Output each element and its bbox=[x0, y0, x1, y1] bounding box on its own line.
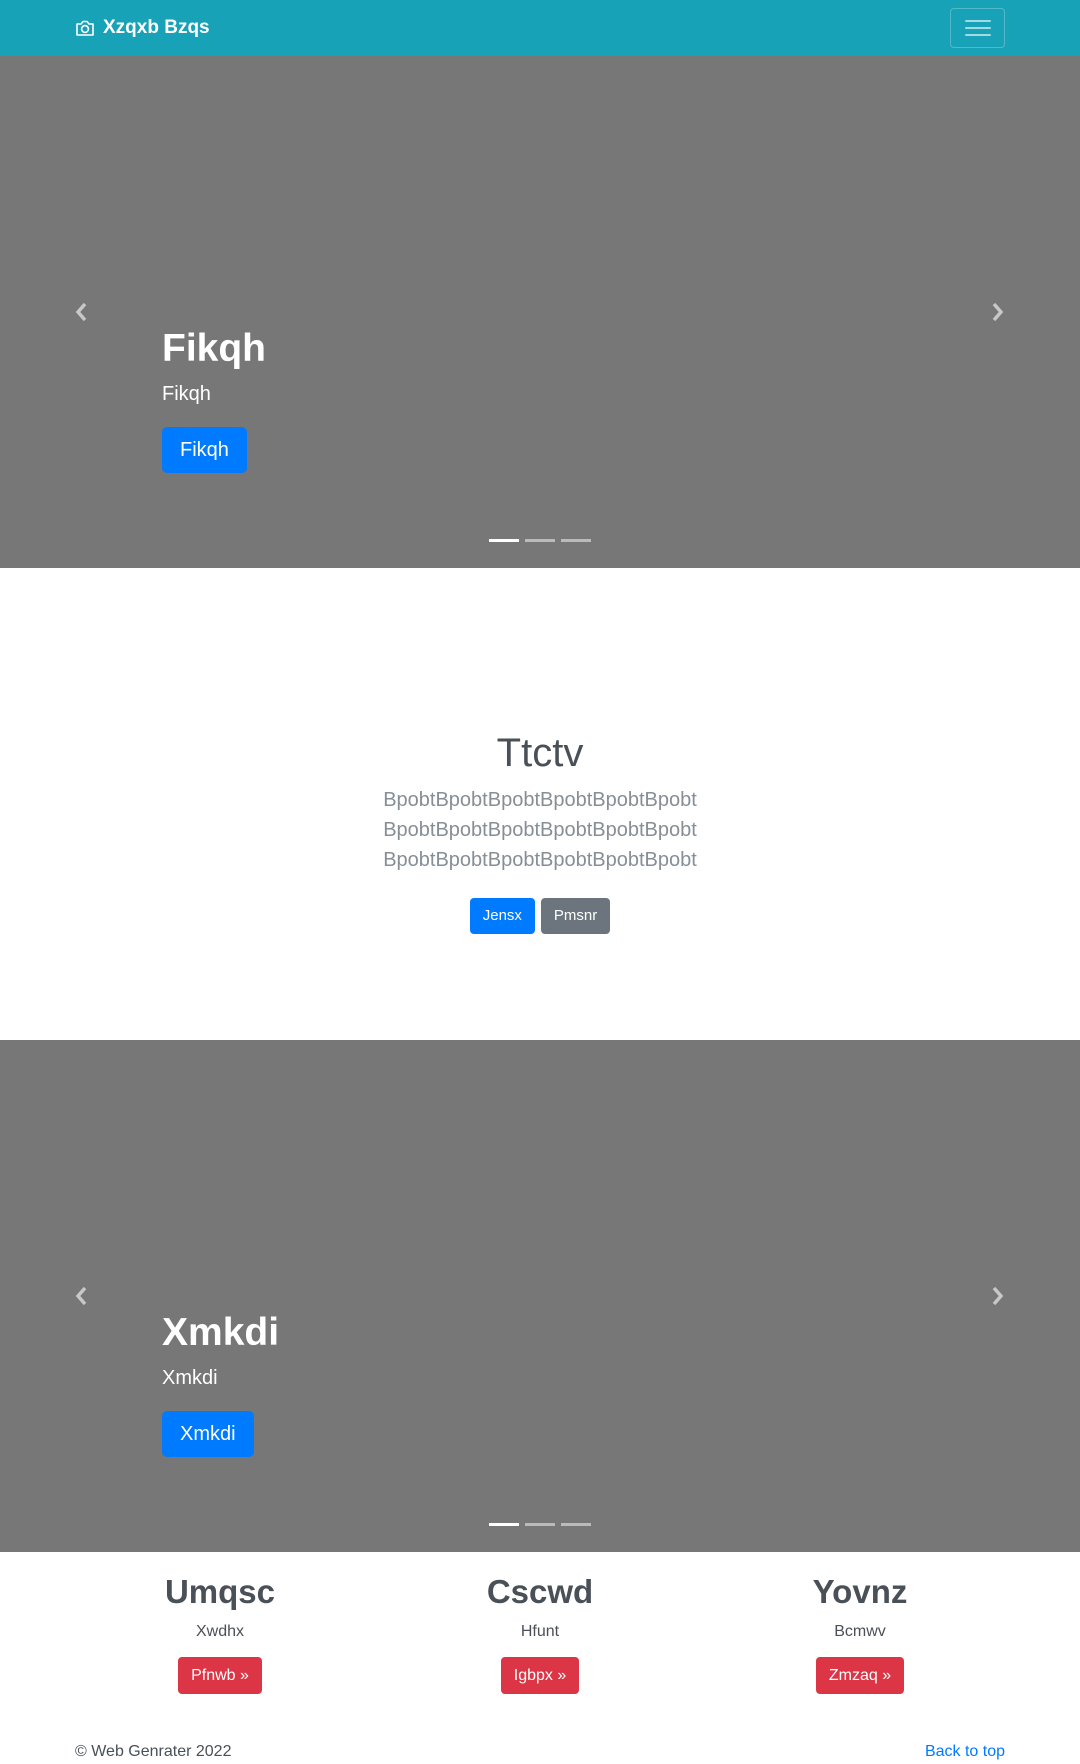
chevron-left-icon bbox=[75, 1286, 87, 1306]
feature-columns: Umqsc Xwdhx Pfnwb » Cscwd Hfunt Igbpx » … bbox=[0, 1552, 1080, 1764]
carousel-indicator[interactable] bbox=[525, 1523, 555, 1526]
chevron-right-icon bbox=[992, 302, 1004, 322]
chevron-left-icon bbox=[75, 302, 87, 322]
navbar: Xzqxb Bzqs bbox=[0, 0, 1080, 56]
column-heading: Cscwd bbox=[486, 1573, 594, 1610]
carousel-indicator[interactable] bbox=[489, 1523, 519, 1526]
carousel-next-button[interactable] bbox=[986, 300, 1010, 324]
brand-link[interactable]: Xzqxb Bzqs bbox=[75, 16, 210, 40]
jumbotron-heading: Ttctv bbox=[496, 731, 584, 775]
carousel-indicator[interactable] bbox=[525, 539, 555, 542]
chevron-right-icon bbox=[992, 1286, 1004, 1306]
jumbotron-buttons: Jensx Pmsnr bbox=[0, 898, 1080, 934]
hero-carousel: Fikqh Fikqh Fikqh bbox=[0, 56, 1080, 568]
column-text: Bcmwv bbox=[834, 1622, 886, 1640]
column-text: Hfunt bbox=[520, 1622, 560, 1640]
carousel-prev-button[interactable] bbox=[69, 300, 93, 324]
jumbotron-section: Ttctv BpobtBpobtBpobtBpobtBpobtBpobtBpob… bbox=[0, 568, 1080, 1040]
camera-icon bbox=[76, 20, 94, 36]
second-carousel: Xmkdi Xmkdi Xmkdi bbox=[0, 1040, 1080, 1552]
carousel-cta-button[interactable]: Xmkdi bbox=[162, 1410, 254, 1457]
carousel-indicators bbox=[489, 539, 591, 542]
column-button[interactable]: Zmzaq » bbox=[815, 1656, 905, 1694]
feature-column: Umqsc Xwdhx Pfnwb » bbox=[95, 1572, 345, 1694]
column-heading: Yovnz bbox=[812, 1573, 908, 1610]
hamburger-icon bbox=[964, 20, 991, 36]
carousel-heading: Xmkdi bbox=[162, 1311, 280, 1354]
carousel-caption: Xmkdi Xmkdi Xmkdi bbox=[162, 1310, 279, 1457]
column-button[interactable]: Pfnwb » bbox=[178, 1656, 262, 1694]
column-button[interactable]: Igbpx » bbox=[500, 1656, 580, 1694]
carousel-caption: Fikqh Fikqh Fikqh bbox=[162, 326, 266, 473]
carousel-subtext: Xmkdi bbox=[162, 1366, 218, 1389]
brand-name: Xzqxb Bzqs bbox=[103, 17, 210, 38]
carousel-indicator[interactable] bbox=[561, 539, 591, 542]
feature-column: Cscwd Hfunt Igbpx » bbox=[415, 1572, 665, 1694]
back-to-top-link[interactable]: Back to top bbox=[925, 1742, 1005, 1762]
feature-column: Yovnz Bcmwv Zmzaq » bbox=[735, 1572, 985, 1694]
carousel-indicator[interactable] bbox=[489, 539, 519, 542]
column-heading: Umqsc bbox=[164, 1573, 276, 1610]
carousel-indicators bbox=[489, 1523, 591, 1526]
column-text: Xwdhx bbox=[195, 1622, 245, 1640]
carousel-indicator[interactable] bbox=[561, 1523, 591, 1526]
navbar-toggler-button[interactable] bbox=[950, 8, 1005, 48]
primary-button[interactable]: Jensx bbox=[469, 898, 535, 934]
jumbotron-lead: BpobtBpobtBpobtBpobtBpobtBpobtBpobtBpobt… bbox=[383, 789, 697, 871]
secondary-button[interactable]: Pmsnr bbox=[540, 898, 611, 934]
carousel-subtext: Fikqh bbox=[162, 382, 211, 405]
carousel-cta-button[interactable]: Fikqh bbox=[162, 426, 247, 473]
carousel-next-button[interactable] bbox=[986, 1284, 1010, 1308]
footer-copyright: © Web Genrater 2022 bbox=[75, 1743, 232, 1760]
carousel-prev-button[interactable] bbox=[69, 1284, 93, 1308]
carousel-heading: Fikqh bbox=[162, 327, 266, 370]
